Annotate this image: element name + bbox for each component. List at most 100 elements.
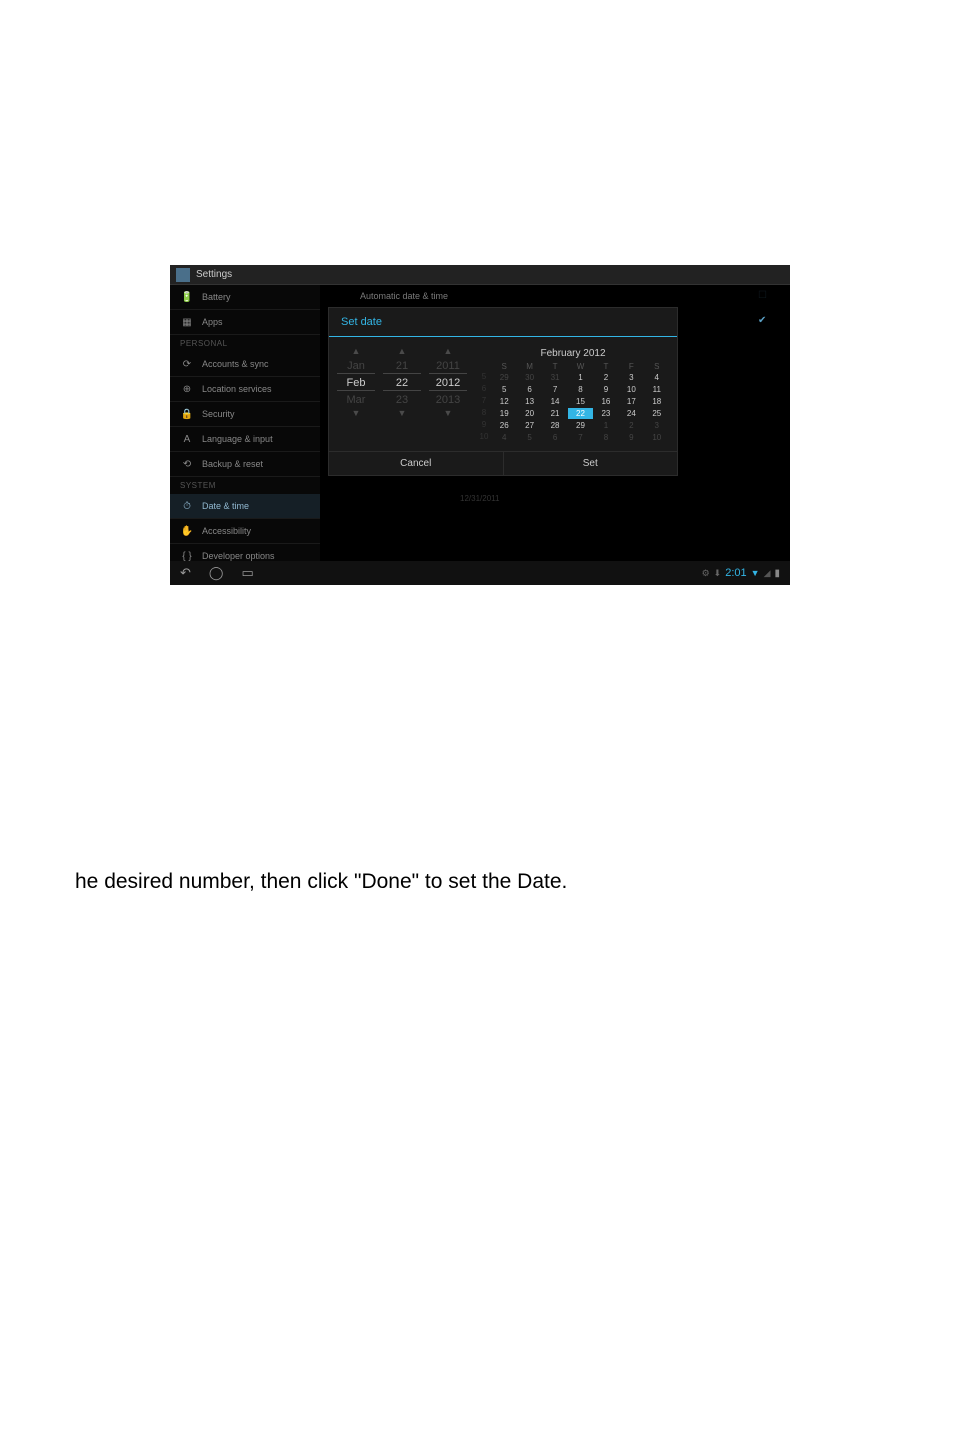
backup-icon: ⟲ xyxy=(180,457,194,471)
chevron-down-icon[interactable]: ▼ xyxy=(352,407,361,419)
usb-debug-icon: ⚙ xyxy=(702,568,710,579)
calendar-day[interactable]: 2 xyxy=(594,372,618,383)
calendar-week-number: 8 xyxy=(477,408,491,419)
sidebar-label: Developer options xyxy=(202,551,275,561)
calendar-day[interactable]: 27 xyxy=(517,420,541,431)
enabled-checkbox[interactable]: ✔ xyxy=(758,315,770,327)
calendar-day[interactable]: 18 xyxy=(645,396,669,407)
recent-apps-button[interactable]: ▭ xyxy=(241,565,253,581)
calendar-day[interactable]: 11 xyxy=(645,384,669,395)
calendar-day[interactable]: 6 xyxy=(517,384,541,395)
calendar-day[interactable]: 31 xyxy=(543,372,567,383)
calendar-day[interactable]: 6 xyxy=(543,432,567,443)
calendar-day[interactable]: 17 xyxy=(619,396,643,407)
sidebar-label: Date & time xyxy=(202,501,249,511)
calendar-day[interactable]: 7 xyxy=(568,432,592,443)
section-personal: PERSONAL xyxy=(170,335,320,352)
calendar-day[interactable]: 16 xyxy=(594,396,618,407)
calendar-day[interactable]: 21 xyxy=(543,408,567,419)
calendar-day[interactable]: 3 xyxy=(619,372,643,383)
calendar-day[interactable]: 5 xyxy=(492,384,516,395)
chevron-up-icon[interactable]: ▲ xyxy=(352,345,361,357)
calendar-day[interactable]: 1 xyxy=(568,372,592,383)
underlay-date-text: 12/31/2011 xyxy=(460,494,499,503)
home-button[interactable]: ◯ xyxy=(209,565,224,581)
calendar-day[interactable]: 29 xyxy=(492,372,516,383)
status-area[interactable]: ⚙ ⬇ 2:01 ▼ ◢ ▮ xyxy=(702,567,780,579)
calendar-day[interactable]: 14 xyxy=(543,396,567,407)
dialog-title: Set date xyxy=(329,308,677,337)
calendar-dow: S xyxy=(492,362,516,371)
year-spinner[interactable]: ▲ 2011 2012 2013 ▼ xyxy=(429,345,467,443)
calendar-week-number: 6 xyxy=(477,384,491,395)
sidebar-item-datetime[interactable]: ⏱ Date & time xyxy=(170,494,320,519)
sidebar-item-apps[interactable]: ▦ Apps xyxy=(170,310,320,335)
sidebar-item-accounts[interactable]: ⟳ Accounts & sync xyxy=(170,352,320,377)
download-icon: ⬇ xyxy=(714,568,722,579)
calendar-day[interactable]: 19 xyxy=(492,408,516,419)
sidebar-label: Language & input xyxy=(202,434,273,444)
date-spinners: ▲ Jan Feb Mar ▼ ▲ 21 22 23 xyxy=(337,345,477,443)
screenshot-container: Settings 🔋 Battery ▦ Apps PERSONAL ⟳ Acc… xyxy=(170,265,790,585)
calendar-day[interactable]: 15 xyxy=(568,396,592,407)
calendar-day[interactable]: 26 xyxy=(492,420,516,431)
calendar-day[interactable]: 12 xyxy=(492,396,516,407)
calendar-day[interactable]: 23 xyxy=(594,408,618,419)
apps-icon: ▦ xyxy=(180,315,194,329)
calendar-dow: W xyxy=(568,362,592,371)
calendar-day[interactable]: 9 xyxy=(619,432,643,443)
calendar-day[interactable]: 28 xyxy=(543,420,567,431)
checkbox-dim: ☐ xyxy=(758,290,770,302)
calendar-day[interactable]: 7 xyxy=(543,384,567,395)
accessibility-icon: ✋ xyxy=(180,524,194,538)
sidebar-item-backup[interactable]: ⟲ Backup & reset xyxy=(170,452,320,477)
calendar-day[interactable]: 13 xyxy=(517,396,541,407)
system-nav-bar: ↶ ◯ ▭ ⚙ ⬇ 2:01 ▼ ◢ ▮ xyxy=(170,561,790,585)
sidebar-item-battery[interactable]: 🔋 Battery xyxy=(170,285,320,310)
calendar-day[interactable]: 4 xyxy=(645,372,669,383)
calendar-week-number: 7 xyxy=(477,396,491,407)
calendar-day[interactable]: 30 xyxy=(517,372,541,383)
clock: 2:01 xyxy=(725,567,746,579)
calendar-day[interactable]: 10 xyxy=(619,384,643,395)
calendar-day[interactable]: 3 xyxy=(645,420,669,431)
sidebar-item-security[interactable]: 🔒 Security xyxy=(170,402,320,427)
calendar-week-number: 9 xyxy=(477,420,491,431)
calendar-day[interactable]: 10 xyxy=(645,432,669,443)
settings-sidebar: 🔋 Battery ▦ Apps PERSONAL ⟳ Accounts & s… xyxy=(170,285,320,561)
window-title: Settings xyxy=(196,269,232,280)
cancel-button[interactable]: Cancel xyxy=(329,452,504,475)
sidebar-label: Apps xyxy=(202,317,223,327)
lock-icon: 🔒 xyxy=(180,407,194,421)
calendar-day[interactable]: 20 xyxy=(517,408,541,419)
calendar-day[interactable]: 9 xyxy=(594,384,618,395)
sidebar-item-accessibility[interactable]: ✋ Accessibility xyxy=(170,519,320,544)
back-button[interactable]: ↶ xyxy=(180,565,191,581)
chevron-down-icon[interactable]: ▼ xyxy=(398,407,407,419)
calendar-day[interactable]: 4 xyxy=(492,432,516,443)
chevron-down-icon[interactable]: ▼ xyxy=(444,407,453,419)
calendar-day[interactable]: 8 xyxy=(594,432,618,443)
language-icon: A xyxy=(180,432,194,446)
calendar-day[interactable]: 29 xyxy=(568,420,592,431)
battery-icon: ▮ xyxy=(774,568,780,579)
calendar-day[interactable]: 1 xyxy=(594,420,618,431)
calendar-day[interactable]: 2 xyxy=(619,420,643,431)
calendar-day[interactable]: 24 xyxy=(619,408,643,419)
month-spinner[interactable]: ▲ Jan Feb Mar ▼ xyxy=(337,345,375,443)
calendar-week-number: 5 xyxy=(477,372,491,383)
calendar-day[interactable]: 8 xyxy=(568,384,592,395)
chevron-up-icon[interactable]: ▲ xyxy=(398,345,407,357)
sidebar-label: Accessibility xyxy=(202,526,251,536)
title-bar: Settings xyxy=(170,265,790,285)
sidebar-item-language[interactable]: A Language & input xyxy=(170,427,320,452)
chevron-up-icon[interactable]: ▲ xyxy=(444,345,453,357)
day-spinner[interactable]: ▲ 21 22 23 ▼ xyxy=(383,345,421,443)
calendar-day[interactable]: 5 xyxy=(517,432,541,443)
set-button[interactable]: Set xyxy=(504,452,678,475)
sidebar-item-location[interactable]: ⊕ Location services xyxy=(170,377,320,402)
calendar-day[interactable]: 25 xyxy=(645,408,669,419)
calendar-day[interactable]: 22 xyxy=(568,408,592,419)
calendar-dow: S xyxy=(645,362,669,371)
calendar-month-header: February 2012 xyxy=(477,345,669,362)
